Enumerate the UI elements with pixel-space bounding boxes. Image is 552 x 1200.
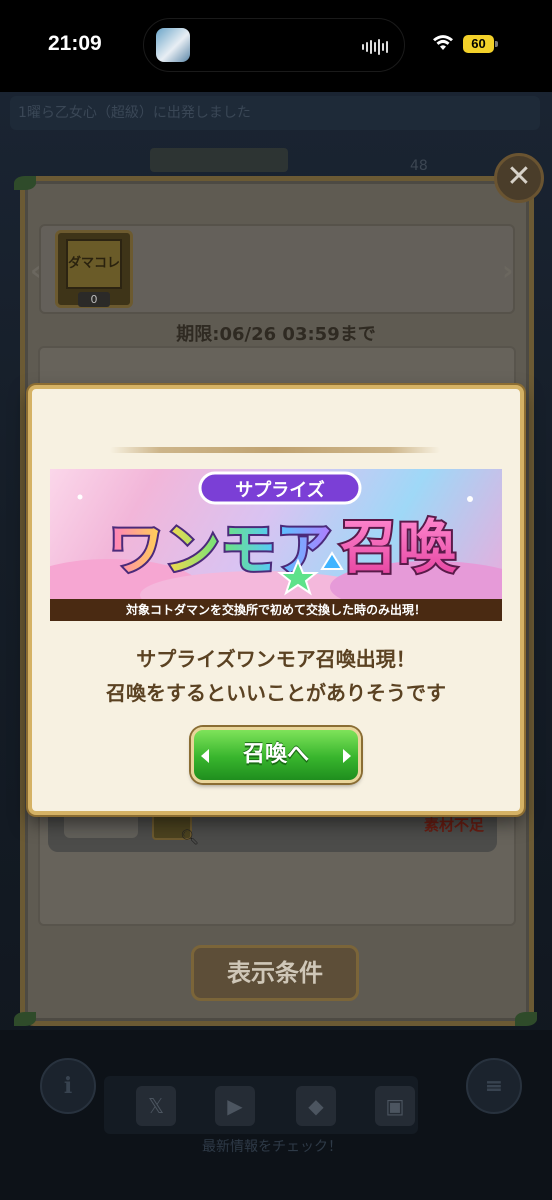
leaf-ornament	[14, 176, 36, 190]
collection-count: 0	[78, 292, 110, 307]
status-bar: 21:09 60	[0, 0, 552, 92]
banner-caption: 対象コトダマンを交換所で初めて交換した時のみ出現！	[50, 599, 502, 621]
news-icon[interactable]: ◆	[296, 1086, 336, 1126]
leaf-ornament	[515, 1012, 537, 1026]
arrow-left-icon	[201, 749, 209, 763]
dialog-message-line2: 召喚をするといいことがありそうです	[106, 681, 446, 705]
wifi-icon	[433, 35, 453, 50]
shortage-label: 素材不足	[424, 816, 485, 834]
leaf-ornament	[14, 1012, 36, 1026]
info-button[interactable]: i	[40, 1058, 96, 1114]
battery-nub	[495, 41, 498, 47]
stat-bar	[150, 148, 288, 172]
social-caption: 最新情報をチェック！	[202, 1139, 342, 1155]
go-to-summon-button[interactable]: 召喚へ	[191, 727, 361, 783]
close-icon[interactable]: ✕	[494, 153, 544, 203]
stat-number: 48	[410, 158, 428, 174]
audio-wave-icon	[362, 39, 388, 55]
gift-icon[interactable]: ▣	[375, 1086, 415, 1126]
battery-indicator: 60	[463, 35, 494, 53]
chevron-left-icon[interactable]: ‹	[30, 254, 42, 287]
display-conditions-button[interactable]: 表示条件	[191, 945, 359, 1001]
banner-tag: サプライズ	[235, 479, 324, 501]
chevron-right-icon[interactable]: ›	[502, 254, 514, 287]
app-thumbnail-icon	[156, 28, 190, 62]
x-icon[interactable]: 𝕏	[136, 1086, 176, 1126]
surprise-banner: サプライズ ワンモア 召喚 対象コトダマンを交換所で初めて交換した時のみ出現！	[50, 469, 502, 621]
banner-headline-summon: 召喚	[340, 513, 457, 581]
menu-button[interactable]: ≡	[466, 1058, 522, 1114]
dynamic-island	[143, 18, 405, 72]
departure-notice: 1曜ら乙女心（超級）に出発しました	[10, 96, 540, 130]
arrow-right-icon	[343, 749, 351, 763]
magnify-icon[interactable]: 🔍︎	[180, 828, 202, 850]
summon-button-label: 召喚へ	[242, 742, 309, 767]
youtube-icon[interactable]: ▶	[215, 1086, 255, 1126]
collection-item[interactable]: ダマコレ 0	[55, 230, 133, 308]
dialog-divider	[110, 447, 440, 453]
collection-label: ダマコレ	[66, 239, 122, 289]
deadline-text: 期限:06/26 03:59まで	[176, 324, 376, 345]
clock: 21:09	[48, 32, 102, 55]
dialog-message-line1: サプライズワンモア召喚出現！	[136, 647, 416, 671]
